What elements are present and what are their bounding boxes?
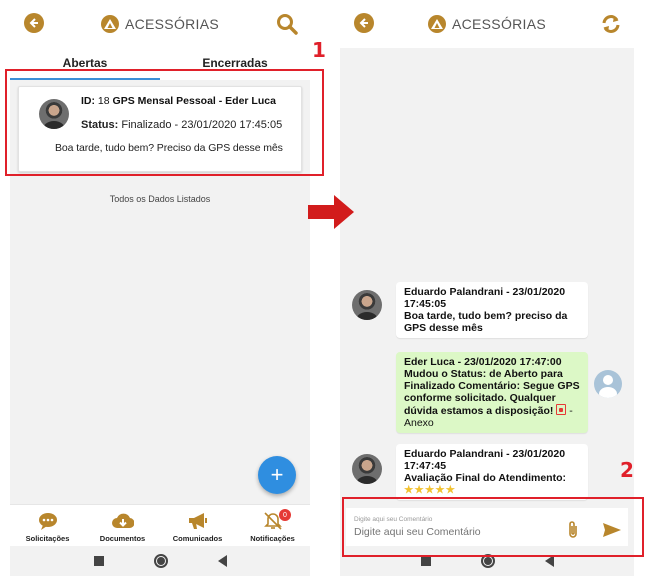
avatar xyxy=(352,454,382,484)
message-text: Avaliação Final do Atendimento: xyxy=(404,472,566,484)
nav-label: Notificações xyxy=(250,534,295,543)
bottom-nav: Solicitações Documentos Comunicados 0 No… xyxy=(10,504,310,546)
canvas: ACESSÓRIAS Abertas Encerradas ID: 18 GPS… xyxy=(0,0,646,578)
home-icon[interactable] xyxy=(153,554,168,568)
page-title: ACESSÓRIAS xyxy=(451,16,547,32)
nav-item-documentos[interactable]: Documentos xyxy=(85,505,160,546)
user-avatar-placeholder-icon xyxy=(594,370,622,398)
rating-stars: ★★★★★ xyxy=(404,484,457,496)
app-title-group: ACESSÓRIAS xyxy=(10,15,310,33)
android-system-bar xyxy=(10,546,310,576)
message-text: Mudou o Status: de Aberto para Finalizad… xyxy=(404,368,580,417)
nav-label: Comunicados xyxy=(172,534,223,543)
cloud-download-icon xyxy=(111,511,134,531)
notification-count-badge: 0 xyxy=(279,509,291,521)
app-bar: ACESSÓRIAS xyxy=(340,2,634,48)
chat-message: Eduardo Palandrani - 23/01/2020 17:47:45… xyxy=(396,444,588,500)
megaphone-icon xyxy=(187,511,209,531)
message-header: Eduardo Palandrani - 23/01/2020 17:47:45 xyxy=(404,448,566,472)
nav-item-comunicados[interactable]: Comunicados xyxy=(160,505,235,546)
annotation-number-2: 2 xyxy=(620,458,634,482)
arrow-right-icon xyxy=(308,195,354,229)
nav-item-solicitacoes[interactable]: Solicitações xyxy=(10,505,85,546)
chat-message: Eder Luca - 23/01/2020 17:47:00 Mudou o … xyxy=(396,352,588,433)
back-triangle-icon[interactable] xyxy=(217,555,227,567)
message-header: Eder Luca - 23/01/2020 17:47:00 xyxy=(404,356,562,368)
acessorias-logo-icon xyxy=(427,15,446,33)
nav-label: Solicitações xyxy=(25,534,70,543)
pdf-icon[interactable] xyxy=(556,404,567,415)
right-phone-screen: ACESSÓRIAS Eduardo Palandrani - 23/01/20… xyxy=(340,2,634,576)
message-text: Boa tarde, tudo bem? preciso da GPS dess… xyxy=(404,310,568,334)
chat-bubble-icon xyxy=(37,511,59,531)
annotation-box-2 xyxy=(342,497,644,557)
add-request-button[interactable]: + xyxy=(258,456,296,494)
annotation-box-1 xyxy=(5,69,324,176)
all-listed-text: Todos os Dados Listados xyxy=(109,194,211,204)
refresh-icon[interactable] xyxy=(600,13,622,35)
nav-label: Documentos xyxy=(99,534,146,543)
page-title: ACESSÓRIAS xyxy=(124,16,220,32)
nav-item-notificacoes[interactable]: 0 Notificações xyxy=(235,505,310,546)
attachment-link[interactable]: Anexo xyxy=(404,417,580,429)
recent-apps-icon[interactable] xyxy=(93,556,104,566)
annotation-number-1: 1 xyxy=(312,38,326,62)
attachment-separator: - xyxy=(566,405,573,417)
chat-message: Eduardo Palandrani - 23/01/2020 17:45:05… xyxy=(396,282,588,338)
message-header: Eduardo Palandrani - 23/01/2020 17:45:05 xyxy=(404,286,566,310)
acessorias-logo-icon xyxy=(100,15,119,33)
avatar xyxy=(352,290,382,320)
search-icon[interactable] xyxy=(276,13,298,35)
app-bar: ACESSÓRIAS xyxy=(10,2,310,48)
recent-apps-icon[interactable] xyxy=(420,556,431,566)
app-title-group: ACESSÓRIAS xyxy=(340,15,634,33)
